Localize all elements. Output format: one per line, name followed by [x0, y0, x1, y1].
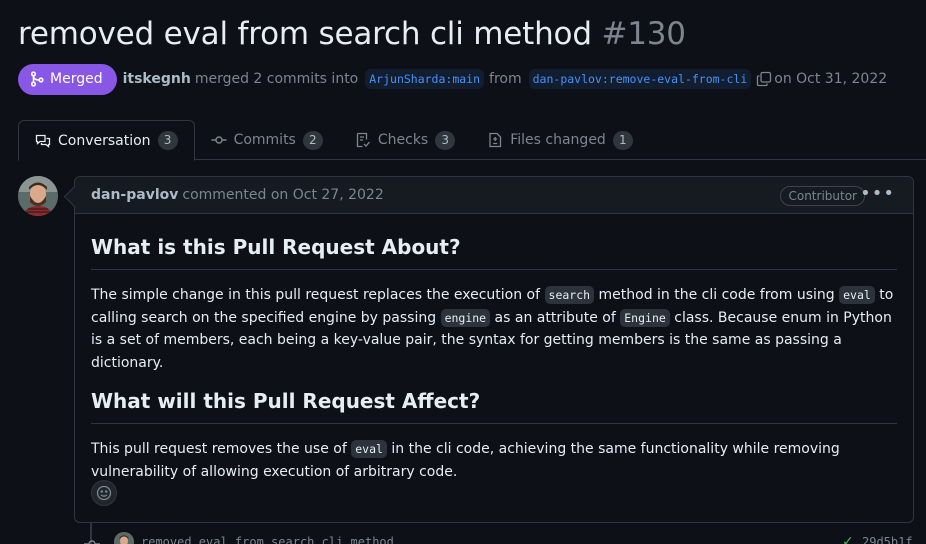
- pr-tabs: Conversation 3 Commits 2 Checks 3 Files …: [18, 120, 926, 161]
- avatar-image: [18, 176, 58, 216]
- comment-paragraph-about: The simple change in this pull request r…: [91, 284, 897, 374]
- code-eval: eval: [351, 440, 387, 459]
- tab-conversation-count: 3: [157, 131, 178, 150]
- tab-commits-count: 2: [302, 130, 323, 150]
- text-segment: method in the cli code from using: [594, 287, 840, 303]
- comment-heading-about: What is this Pull Request About?: [91, 234, 897, 270]
- comment-paragraph-affect: This pull request removes the use of eva…: [91, 438, 897, 483]
- from-text: from: [489, 71, 522, 87]
- tab-files-changed-count: 1: [612, 130, 633, 150]
- file-diff-icon: [489, 132, 502, 148]
- tab-commits-label: Commits: [233, 132, 296, 148]
- tab-checks[interactable]: Checks 3: [339, 120, 471, 160]
- code-engine-class: Engine: [620, 308, 670, 327]
- timeline-commit-item: removed eval from search cli method ✓ 29…: [80, 530, 926, 544]
- code-eval: eval: [839, 286, 875, 304]
- merger-link[interactable]: itskegnh: [123, 71, 191, 87]
- git-commit-icon: [84, 540, 100, 544]
- comment-author-link[interactable]: dan-pavlov: [91, 187, 178, 203]
- pr-title-text: removed eval from search cli method: [18, 16, 592, 52]
- copy-icon[interactable]: [756, 71, 772, 87]
- smiley-icon: [96, 485, 112, 501]
- comment-header: dan-pavlov commented on Oct 27, 2022 Con…: [75, 177, 913, 214]
- kebab-menu-icon[interactable]: •••: [860, 185, 895, 203]
- code-engine: engine: [440, 308, 491, 327]
- merged-text: merged 2 commits into: [194, 71, 359, 87]
- check-success-icon[interactable]: ✓: [842, 534, 854, 544]
- tab-commits[interactable]: Commits 2: [195, 120, 339, 160]
- comment-body: What is this Pull Request About? The sim…: [75, 214, 913, 514]
- git-merge-icon: [30, 71, 44, 87]
- tab-files-changed[interactable]: Files changed 1: [471, 120, 649, 160]
- avatar-image: [114, 532, 134, 544]
- text-segment: The simple change in this pull request r…: [91, 287, 545, 303]
- commit-sha-link[interactable]: 29d5b1f: [862, 535, 913, 544]
- base-branch-link[interactable]: ArjunSharda:main: [365, 69, 485, 89]
- commit-author-avatar[interactable]: [114, 532, 134, 544]
- tab-checks-label: Checks: [377, 132, 429, 148]
- add-reaction-button[interactable]: [91, 480, 117, 506]
- comment-box: dan-pavlov commented on Oct 27, 2022 Con…: [74, 176, 914, 523]
- tab-files-changed-label: Files changed: [510, 132, 606, 148]
- merged-status-badge: Merged: [18, 63, 117, 95]
- comment-discussion-icon: [35, 134, 51, 148]
- comment-heading-affect: What will this Pull Request Affect?: [91, 388, 897, 425]
- tab-conversation-label: Conversation: [58, 132, 151, 149]
- checklist-icon: [356, 132, 370, 148]
- commit-message-link[interactable]: removed eval from search cli method: [141, 535, 394, 544]
- code-search: search: [544, 286, 595, 304]
- pull-request-page: removed eval from search cli method #130…: [0, 0, 926, 544]
- comment-timestamp[interactable]: commented on Oct 27, 2022: [182, 187, 383, 203]
- page-title: removed eval from search cli method #130: [18, 16, 686, 52]
- text-segment: This pull request removes the use of: [91, 441, 352, 458]
- tab-checks-count: 3: [435, 130, 456, 150]
- tab-conversation[interactable]: Conversation 3: [18, 120, 195, 161]
- text-segment: as an attribute of: [490, 309, 621, 326]
- pr-meta: Merged itskegnh merged 2 commits into Ar…: [18, 63, 889, 95]
- merge-date: on Oct 31, 2022: [774, 71, 888, 87]
- head-branch-link[interactable]: dan-pavlov:remove-eval-from-cli: [528, 69, 752, 89]
- contributor-badge: Contributor: [780, 186, 865, 206]
- pr-number: #130: [601, 16, 686, 52]
- merged-status-label: Merged: [50, 71, 103, 87]
- git-commit-icon: [211, 136, 227, 144]
- avatar[interactable]: [18, 176, 58, 216]
